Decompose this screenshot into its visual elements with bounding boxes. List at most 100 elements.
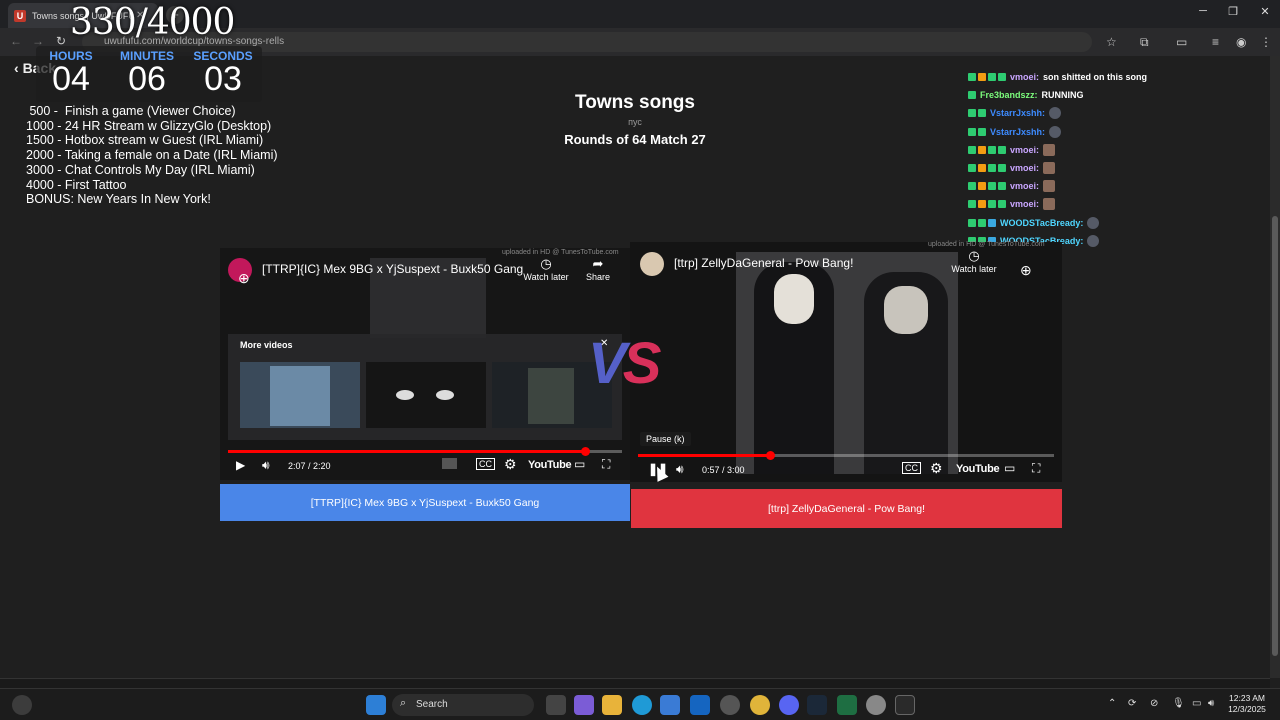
epic-games-icon[interactable]	[895, 695, 915, 715]
chat-overlay: vmoei: son shitted on this song Fre3bandsz…	[968, 68, 1258, 250]
microphone-icon[interactable]: 🎙︎	[1172, 698, 1185, 709]
widgets-icon[interactable]	[12, 695, 32, 715]
watch-later-button[interactable]: ◷ Watch later	[516, 256, 576, 282]
outlook-icon[interactable]	[690, 695, 710, 715]
suggested-video-thumbnail[interactable]	[366, 362, 486, 428]
media-icon[interactable]: ≡	[1212, 35, 1219, 49]
split-view-icon[interactable]: ▭	[1176, 35, 1187, 49]
chat-badge-icon	[988, 200, 996, 209]
chat-badge-icon	[988, 145, 996, 154]
thumbnail-scene	[528, 368, 574, 424]
clock-date: 12/3/2025	[1228, 704, 1266, 714]
chat-message: vmoei:	[968, 141, 1258, 159]
progress-bar[interactable]	[638, 451, 1054, 460]
profile-icon[interactable]: ◉	[1236, 35, 1246, 49]
chat-badge-icon	[978, 73, 986, 82]
vs-s: S	[622, 331, 662, 396]
chat-badge-icon	[968, 127, 976, 136]
progress-knob[interactable]	[581, 447, 590, 456]
scrollbar-thumb[interactable]	[1272, 216, 1278, 656]
steam-icon[interactable]	[807, 695, 827, 715]
chat-badge-icon	[988, 218, 996, 227]
eye-shape	[436, 390, 454, 400]
network-icon[interactable]: ▭	[1192, 698, 1201, 709]
obs-icon[interactable]	[720, 695, 740, 715]
watermark-text: uploaded in HD @ TunesToTube.com	[928, 241, 1045, 248]
back-arrow-icon[interactable]: ←	[10, 34, 22, 48]
chat-badge-icon	[988, 73, 996, 82]
cast-icon[interactable]: ▭	[574, 457, 585, 471]
goal-item: 1500 - Hotbox stream w Guest (IRL Miami)	[26, 133, 264, 148]
fullscreen-icon[interactable]: ⛶	[1032, 461, 1040, 476]
settings-gear-icon[interactable]: ⚙	[504, 456, 517, 473]
system-clock[interactable]: 12:23 AM 12/3/2025	[1224, 693, 1270, 715]
share-button[interactable]: ➦ Share	[578, 256, 618, 282]
chat-badge-icon	[978, 218, 986, 227]
captions-icon[interactable]: CC	[902, 462, 921, 474]
chat-emote-icon	[1043, 198, 1056, 211]
goal-item: BONUS: New Years In New York!	[26, 192, 211, 207]
chat-message: VstarrJxshh:	[968, 104, 1258, 122]
settings-icon[interactable]	[866, 695, 886, 715]
choose-right-button[interactable]: [ttrp] ZellyDaGeneral - Pow Bang!	[631, 489, 1062, 528]
video-player-left[interactable]: [TTRP]{IC} Mex 9BG x YjSuspext - Buxk50 …	[220, 248, 630, 480]
fullscreen-icon[interactable]: ⛶	[602, 457, 610, 472]
pause-tooltip: Pause (k)	[640, 432, 691, 446]
window-close-icon[interactable]: ✕	[1250, 5, 1280, 18]
start-icon[interactable]	[366, 695, 386, 715]
chat-message: vmoei:	[968, 195, 1258, 213]
chat-badge-icon	[988, 182, 996, 191]
chrome-icon[interactable]	[750, 695, 770, 715]
restore-icon[interactable]: ❐	[1218, 5, 1248, 18]
bookmark-star-icon[interactable]: ☆	[1106, 35, 1117, 49]
clock-icon: ◷	[540, 256, 552, 271]
sync-icon[interactable]: ⟳	[1128, 698, 1136, 709]
chat-emote-icon	[1049, 125, 1062, 138]
edge-icon[interactable]	[632, 695, 652, 715]
discord-icon[interactable]	[779, 695, 799, 715]
video-time: 2:07 / 2:20	[288, 461, 331, 471]
chat-message: Fre3bandszz: RUNNING	[968, 86, 1258, 104]
watch-later-button[interactable]: ◷ Watch later	[944, 248, 1004, 274]
thumbnail-person	[270, 366, 330, 426]
speaker-icon[interactable]: 🔊︎	[1208, 698, 1214, 709]
suggested-video-thumbnail[interactable]	[240, 362, 360, 428]
search-icon: ⌕	[400, 697, 407, 709]
store-icon[interactable]	[660, 695, 680, 715]
captions-icon[interactable]: CC	[476, 458, 495, 470]
taskbar-search[interactable]: ⌕ Search	[392, 694, 534, 716]
figure-left	[754, 262, 834, 474]
excel-icon[interactable]	[837, 695, 857, 715]
choose-left-button[interactable]: [TTRP]{IC} Mex 9BG x YjSuspext - Buxk50 …	[220, 484, 630, 521]
video-frame	[736, 252, 958, 474]
volume-icon[interactable]: 🔊︎	[676, 462, 684, 477]
page-title: Towns songs	[575, 92, 695, 113]
minimize-icon[interactable]: ─	[1188, 5, 1218, 17]
file-explorer-icon[interactable]	[602, 695, 622, 715]
horizontal-scrollbar[interactable]	[0, 678, 1270, 688]
goal-item: 1000 - 24 HR Stream w GlizzyGlo (Desktop…	[26, 118, 272, 133]
chevron-up-icon[interactable]: ⌃	[1108, 698, 1116, 709]
copilot-icon[interactable]	[574, 695, 594, 715]
thumbnail-preview	[442, 458, 458, 469]
zoom-icon[interactable]: ⊕	[1020, 262, 1032, 279]
menu-icon[interactable]: ⋮	[1260, 35, 1272, 49]
chat-badge-icon	[998, 73, 1006, 82]
chat-message: WOODSTacBready:	[968, 214, 1258, 232]
video-player-right[interactable]: [ttrp] ZellyDaGeneral - Pow Bang! ◷ Watc…	[630, 242, 1062, 482]
clock-icon: ◷	[968, 248, 980, 263]
cast-icon[interactable]: ▭	[1004, 461, 1015, 475]
watch-later-label: Watch later	[951, 264, 997, 274]
task-view-icon[interactable]	[546, 695, 566, 715]
extensions-icon[interactable]: ⧉	[1140, 35, 1149, 50]
youtube-logo[interactable]: YouTube	[956, 463, 1000, 475]
progress-bar[interactable]	[228, 447, 622, 456]
zoom-icon[interactable]: ⊕	[238, 270, 250, 287]
play-icon[interactable]: ▶	[236, 458, 245, 472]
youtube-logo[interactable]: YouTube	[528, 459, 572, 471]
progress-knob[interactable]	[766, 451, 775, 460]
settings-gear-icon[interactable]: ⚙	[930, 460, 943, 477]
vertical-scrollbar[interactable]	[1270, 56, 1280, 678]
notification-muted-icon[interactable]: ⊘	[1150, 698, 1158, 709]
volume-icon[interactable]: 🔊︎	[262, 458, 270, 473]
